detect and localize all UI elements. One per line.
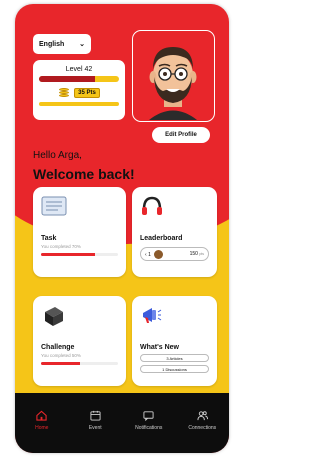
leaderboard-card[interactable]: Leaderboard ‹ 1 150 pts [132, 187, 217, 277]
nav-event-label: Event [88, 424, 102, 431]
level-card: Level 42 35 Pts [33, 60, 125, 120]
challenge-progress-fill [41, 362, 80, 365]
leaderboard-score-unit: pts [199, 252, 204, 256]
points-bar [39, 102, 119, 106]
box-icon [41, 304, 118, 330]
challenge-subtitle: You completed 50% [41, 353, 81, 358]
calendar-icon [90, 410, 101, 421]
home-icon [36, 410, 47, 421]
level-progress-fill [39, 76, 95, 82]
users-icon [197, 410, 208, 420]
task-card[interactable]: Task You completed 70% [33, 187, 126, 277]
leaderboard-title: Leaderboard [140, 235, 183, 242]
language-label: English [39, 40, 65, 48]
nav-connections-label: Connections [188, 424, 217, 431]
whats-new-title: What's New [140, 344, 180, 351]
task-subtitle: You completed 70% [41, 244, 81, 249]
level-label: Level 42 [65, 66, 93, 73]
greeting-welcome: Welcome back! [33, 166, 135, 182]
greeting-hello: Hello Arga, [33, 150, 82, 161]
rank-chevron-icon: ‹ [145, 251, 147, 258]
chat-icon [143, 410, 154, 421]
challenge-progress-bar [41, 362, 118, 365]
challenge-card[interactable]: Challenge You completed 50% [33, 296, 126, 386]
level-progress-bar [39, 76, 119, 82]
nav-notifications-label: Notifications [135, 424, 163, 431]
chevron-down-icon: ⌄ [79, 41, 85, 48]
points-value: 35 Pts [74, 88, 100, 98]
megaphone-icon [140, 304, 209, 330]
checklist-icon [41, 195, 118, 221]
nav-event[interactable]: Event [72, 410, 118, 431]
edit-profile-button[interactable]: Edit Profile [152, 127, 210, 143]
nav-home-label: Home [35, 424, 49, 431]
language-dropdown[interactable]: English ⌄ [33, 34, 91, 54]
task-title: Task [41, 235, 57, 242]
leaderboard-rank: 1 [148, 251, 151, 258]
headphones-icon [140, 195, 209, 221]
avatar-frame [132, 30, 215, 122]
whats-new-card[interactable]: What's New 3 Articles 1 Discussions [132, 296, 217, 386]
mini-avatar-icon [154, 249, 164, 259]
challenge-title: Challenge [41, 344, 75, 351]
app-screen: English ⌄ Level 42 35 Pts Edit Profile H… [15, 4, 229, 453]
articles-pill[interactable]: 3 Articles [140, 354, 209, 362]
discussions-pill[interactable]: 1 Discussions [140, 365, 209, 373]
coins-icon [58, 88, 70, 98]
leaderboard-rank-pill: ‹ 1 150 pts [140, 247, 209, 261]
nav-connections[interactable]: Connections [179, 410, 225, 431]
bottom-nav: Home Event Notifications Connections [15, 393, 229, 453]
leaderboard-score: 150 [189, 251, 198, 257]
task-progress-bar [41, 253, 118, 256]
nav-notifications[interactable]: Notifications [126, 410, 172, 431]
memoji-avatar-icon [149, 47, 197, 120]
task-progress-fill [41, 253, 95, 256]
nav-home[interactable]: Home [19, 410, 65, 431]
